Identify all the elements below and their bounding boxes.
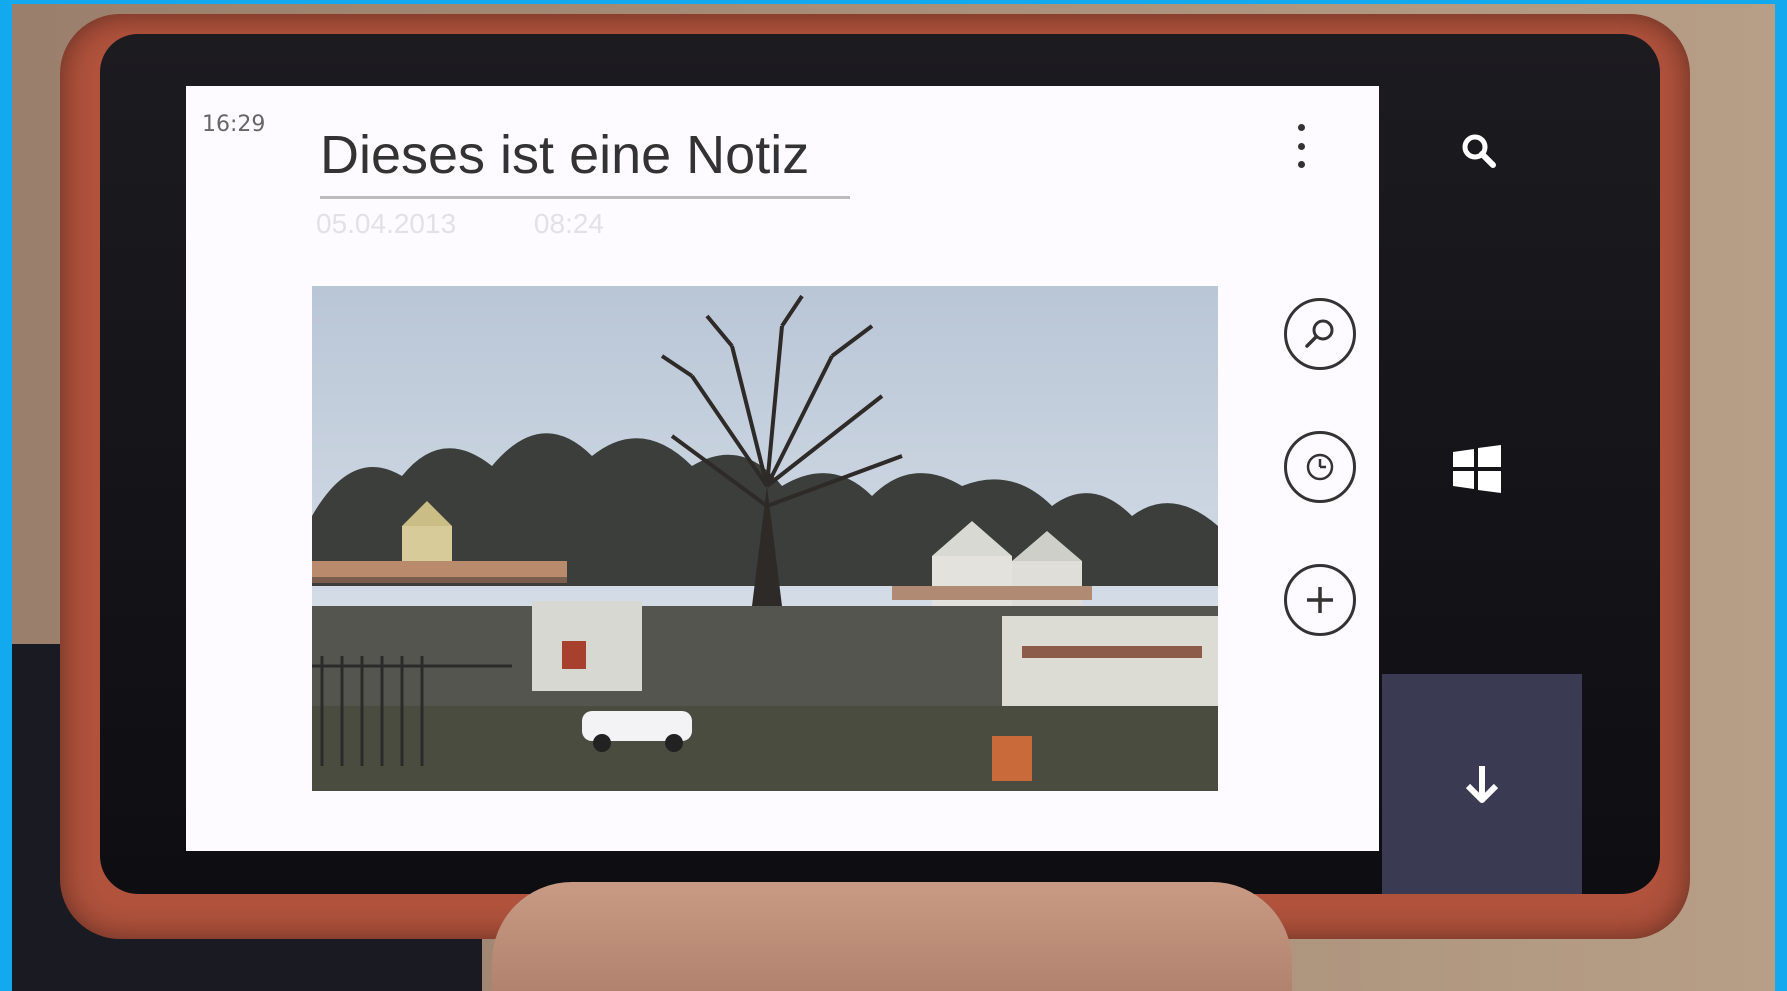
note-time: 08:24 xyxy=(533,208,604,239)
title-underline xyxy=(320,196,850,199)
clock-icon xyxy=(1306,453,1334,481)
note-title[interactable]: Dieses ist eine Notiz xyxy=(320,124,809,186)
dot-icon xyxy=(1297,124,1305,131)
hardware-down-button[interactable] xyxy=(1382,674,1582,894)
windows-logo-icon xyxy=(1453,445,1501,493)
dot-icon xyxy=(1297,142,1305,150)
dot-icon xyxy=(1297,161,1305,168)
add-button[interactable] xyxy=(1284,564,1356,636)
plus-icon xyxy=(1307,587,1333,613)
hardware-windows-button[interactable] xyxy=(1442,434,1512,504)
search-icon xyxy=(1462,134,1496,168)
note-meta: 05.04.2013 08:24 xyxy=(316,208,674,240)
hand xyxy=(492,882,1292,991)
note-photo[interactable] xyxy=(312,286,1218,791)
status-time: 16:29 xyxy=(202,112,266,137)
more-options-button[interactable] xyxy=(1286,116,1316,176)
down-arrow-icon xyxy=(1465,766,1499,803)
reminder-button[interactable] xyxy=(1284,431,1356,503)
zoom-button[interactable] xyxy=(1284,298,1356,370)
hardware-search-button[interactable] xyxy=(1450,122,1508,180)
tree-photo-image xyxy=(312,286,1218,791)
photo-background: 16:29 Dieses ist eine Notiz 05.04.2013 0… xyxy=(12,4,1775,991)
magnifier-icon xyxy=(1305,319,1334,348)
phone-screen: 16:29 Dieses ist eine Notiz 05.04.2013 0… xyxy=(186,86,1379,851)
note-date: 05.04.2013 xyxy=(316,208,457,239)
